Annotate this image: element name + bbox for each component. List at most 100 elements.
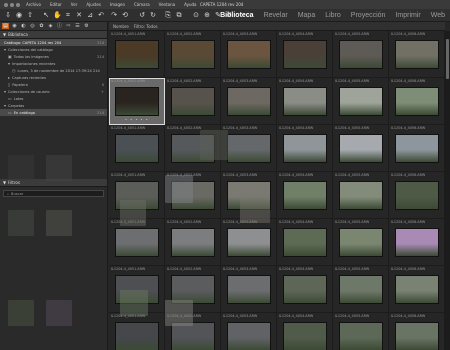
thumbnail-cell[interactable]: IL1204-4_4054.ARW xyxy=(277,313,333,350)
thumbnail-cell[interactable]: IL1204-4_4055.ARW xyxy=(333,313,389,350)
menu-archivo[interactable]: Archivo xyxy=(26,2,41,7)
thumbnail-cell[interactable]: IL1204-4_4053.ARW xyxy=(221,219,277,266)
exposure-tab-icon[interactable]: ◐ xyxy=(20,23,27,29)
menu-ayuda[interactable]: Ayuda xyxy=(184,2,196,7)
thumbnail-cell[interactable]: IL1204-4_4054.ARW xyxy=(277,266,333,313)
export-icon[interactable]: ⇧ xyxy=(26,11,34,19)
module-mapa[interactable]: Mapa xyxy=(293,12,321,19)
copy-icon[interactable]: ⎘ xyxy=(164,11,172,19)
zoom-dot-icon[interactable] xyxy=(16,2,20,7)
thumbnail-cell[interactable]: IL1204-4_4055.ARW xyxy=(333,31,389,78)
thumbnail-cell[interactable]: IL1204-4_4052.ARW xyxy=(165,219,221,266)
collection-recent-captures[interactable]: ▸ Capturas recientes xyxy=(0,74,107,81)
sort-label[interactable]: Nombre xyxy=(113,24,129,29)
collection-import-session[interactable]: ◷ Lunes, 3 de noviembre de 2014 17:39:24 … xyxy=(0,67,107,74)
collapse-triangle-icon[interactable]: ▼ xyxy=(3,180,6,185)
module-proyeccion[interactable]: Proyección xyxy=(346,12,391,19)
thumbnail-cell[interactable]: IL1204-4_4051.ARW xyxy=(109,266,165,313)
lens-tab-icon[interactable]: ◎ xyxy=(29,23,36,29)
thumbnail-cell[interactable]: IL1204-4_4055.ARW xyxy=(333,172,389,219)
thumbnail-cell[interactable]: IL1204-4_4053.ARW xyxy=(221,172,277,219)
metadata-tab-icon[interactable]: ⓘ xyxy=(56,23,63,29)
collection-in-catalog[interactable]: ▭ En catálogo 214 xyxy=(0,109,107,116)
rotate-right-icon[interactable]: ↻ xyxy=(149,11,157,19)
thumbnail-cell[interactable]: IL1204-4_4056.ARW xyxy=(389,172,445,219)
module-web[interactable]: Web xyxy=(426,12,450,19)
thumbnail-cell[interactable]: IL1204-4_4051.ARW xyxy=(109,219,165,266)
filters-panel-header[interactable]: ▼ Filtros xyxy=(0,179,107,187)
straighten-icon[interactable]: ⊿ xyxy=(86,11,94,19)
close-dot-icon[interactable] xyxy=(4,2,8,7)
section-header-catalog-collections[interactable]: ▾ Colecciones del catálogo xyxy=(0,46,107,53)
thumbnail-cell[interactable]: IL1204-4_4056.ARW xyxy=(389,125,445,172)
thumbnail-cell[interactable]: IL1204-4_4051.ARW • • • • • xyxy=(109,78,165,125)
module-revelar[interactable]: Revelar xyxy=(259,12,293,19)
view-icon[interactable]: ⊙ xyxy=(192,11,200,19)
delete-icon[interactable]: ✕ xyxy=(75,11,83,19)
thumbnail-cell[interactable]: IL1204-4_4055.ARW xyxy=(333,219,389,266)
window-controls[interactable] xyxy=(4,2,20,7)
thumbnail-cell[interactable]: IL1204-4_4056.ARW xyxy=(389,219,445,266)
thumbnail-cell[interactable]: IL1204-4_4051.ARW xyxy=(109,125,165,172)
collapse-triangle-icon[interactable]: ▼ xyxy=(3,32,6,37)
capture-tab-icon[interactable]: ◉ xyxy=(11,23,18,29)
add-collection-icon[interactable]: + xyxy=(101,90,107,94)
thumbnail-cell[interactable]: IL1204-4_4054.ARW xyxy=(277,31,333,78)
thumbnail-cell[interactable]: IL1204-4_4054.ARW xyxy=(277,219,333,266)
module-imprimir[interactable]: Imprimir xyxy=(390,12,425,19)
search-field[interactable]: ⌕ Buscar xyxy=(3,190,104,197)
thumbnail-cell[interactable]: IL1204-4_4053.ARW xyxy=(221,313,277,350)
collection-recent-imports[interactable]: ▾ Importaciones recientes xyxy=(0,60,107,67)
menu-ventana[interactable]: Ventana xyxy=(159,2,175,7)
color-tab-icon[interactable]: ✿ xyxy=(38,23,45,29)
collection-lotes[interactable]: ▭ Lotes xyxy=(0,95,107,102)
compare-icon[interactable]: ⧉ xyxy=(175,11,183,19)
thumbnail-cell[interactable]: IL1204-4_4055.ARW xyxy=(333,266,389,313)
thumbnail-cell[interactable]: IL1204-4_4055.ARW xyxy=(333,78,389,125)
thumbnail-cell[interactable]: IL1204-4_4053.ARW xyxy=(221,266,277,313)
thumbnail-cell[interactable]: IL1204-4_4056.ARW xyxy=(389,266,445,313)
module-libro[interactable]: Libro xyxy=(320,12,346,19)
thumbnail-cell[interactable]: IL1204-4_4052.ARW xyxy=(165,78,221,125)
thumbnail-cell[interactable]: IL1204-4_4053.ARW xyxy=(221,31,277,78)
scrollbar-thumb[interactable] xyxy=(446,39,449,79)
batch-tab-icon[interactable]: ☰ xyxy=(74,23,81,29)
thumbnail-cell[interactable]: IL1204-4_4051.ARW xyxy=(109,313,165,350)
filter-label[interactable]: Filtro: Todos xyxy=(134,24,158,29)
thumbnail-cell[interactable]: IL1204-4_4051.ARW xyxy=(109,31,165,78)
library-tab-icon[interactable]: ▤ xyxy=(2,23,9,29)
thumbnail-cell[interactable]: IL1204-4_4053.ARW xyxy=(221,125,277,172)
import-icon[interactable]: ⇩ xyxy=(4,11,12,19)
thumbnail-cell[interactable]: IL1204-4_4052.ARW xyxy=(165,31,221,78)
crop-icon[interactable]: ⌗ xyxy=(64,11,72,19)
menu-imagen[interactable]: Imagen xyxy=(110,2,125,7)
reset-icon[interactable]: ⟲ xyxy=(121,11,129,19)
thumbnail-cell[interactable]: IL1204-4_4051.ARW xyxy=(109,172,165,219)
settings-tab-icon[interactable]: ⚙ xyxy=(83,23,90,29)
undo-icon[interactable]: ↶ xyxy=(97,11,105,19)
camera-icon[interactable]: ◉ xyxy=(15,11,23,19)
thumbnail-cell[interactable]: IL1204-4_4056.ARW xyxy=(389,313,445,350)
thumbnail-cell[interactable]: IL1204-4_4054.ARW xyxy=(277,125,333,172)
thumbnail-cell[interactable]: IL1204-4_4056.ARW xyxy=(389,78,445,125)
cursor-icon[interactable]: ↖ xyxy=(42,11,50,19)
stamp-icon[interactable]: ⊕ xyxy=(203,11,211,19)
output-tab-icon[interactable]: ⇨ xyxy=(65,23,72,29)
menu-ver[interactable]: Ver xyxy=(71,2,78,7)
module-biblioteca[interactable]: Biblioteca xyxy=(215,12,258,19)
menu-ajustes[interactable]: Ajustes xyxy=(86,2,101,7)
collection-all-images[interactable]: ▣ Todas las imágenes 214 xyxy=(0,53,107,60)
menu-camara[interactable]: Cámara xyxy=(134,2,150,7)
section-header-folders[interactable]: ▾ Carpetas xyxy=(0,102,107,109)
pan-icon[interactable]: ✋ xyxy=(53,11,62,19)
menu-editar[interactable]: Editar xyxy=(50,2,62,7)
redo-icon[interactable]: ↷ xyxy=(110,11,118,19)
catalog-row[interactable]: Catálogo: CAPETA 1204 rev 204 214 xyxy=(0,39,107,46)
thumbnail-cell[interactable]: IL1204-4_4052.ARW xyxy=(165,313,221,350)
thumbnail-cell[interactable]: IL1204-4_4053.ARW xyxy=(221,78,277,125)
library-panel-header[interactable]: ▼ Biblioteca xyxy=(0,31,107,39)
browser-scrollbar[interactable] xyxy=(445,31,450,350)
minimize-dot-icon[interactable] xyxy=(10,2,14,7)
thumbnail-cell[interactable]: IL1204-4_4052.ARW xyxy=(165,172,221,219)
thumbnail-cell[interactable]: IL1204-4_4056.ARW xyxy=(389,31,445,78)
